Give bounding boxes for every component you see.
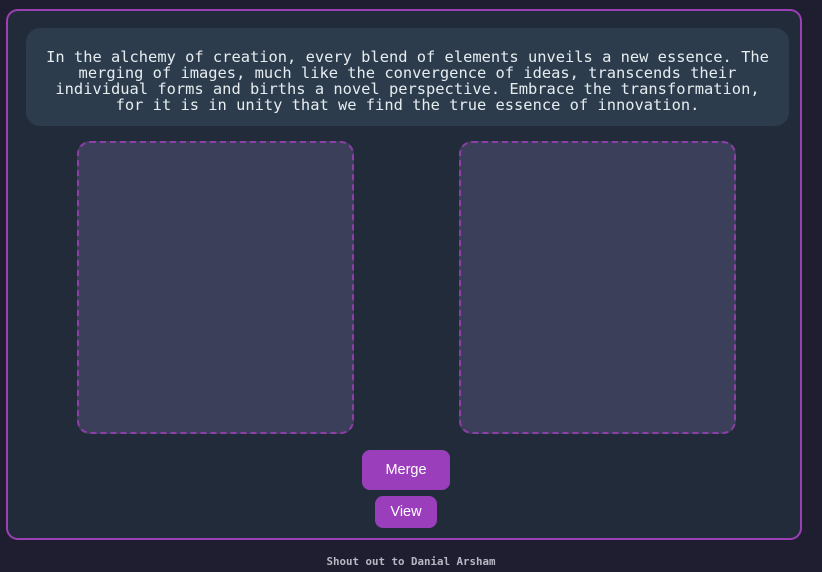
quote-panel: In the alchemy of creation, every blend … [26,28,789,126]
right-image-dropzone[interactable] [459,141,736,434]
view-button[interactable]: View [375,496,437,528]
left-image-dropzone[interactable] [77,141,354,434]
merge-button[interactable]: Merge [362,450,450,490]
quote-text: In the alchemy of creation, every blend … [46,48,769,114]
image-merge-app: In the alchemy of creation, every blend … [0,0,822,572]
footer-credit: Shout out to Danial Arsham [326,555,496,568]
main-panel: In the alchemy of creation, every blend … [6,9,802,540]
